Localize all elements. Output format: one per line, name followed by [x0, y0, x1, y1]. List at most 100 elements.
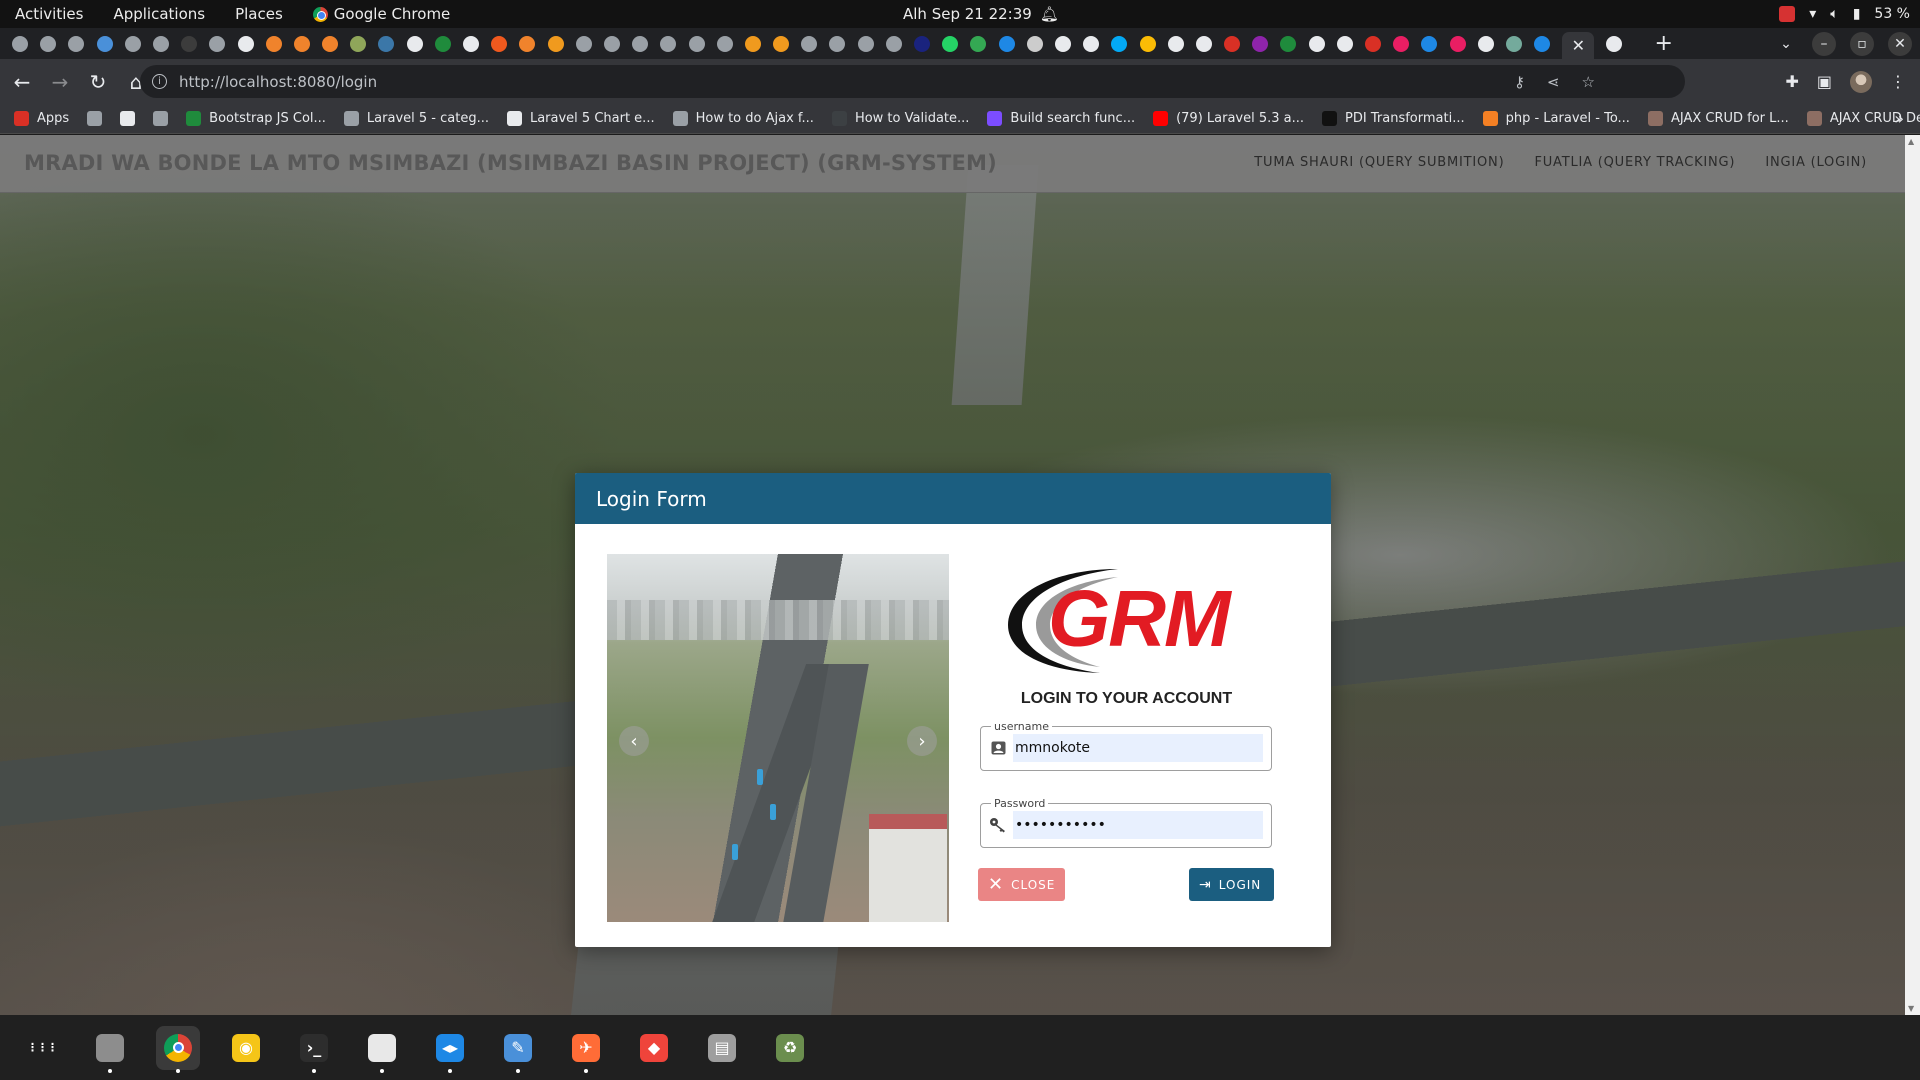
google-tab-icon[interactable]: [1606, 35, 1623, 52]
tab-favicon-icon[interactable]: [1083, 35, 1100, 52]
back-icon[interactable]: ←: [6, 70, 38, 94]
tab-favicon-icon[interactable]: [773, 35, 790, 52]
dock-postman[interactable]: ✈: [564, 1026, 608, 1073]
bookmark-item[interactable]: AJAX CRUD for L...: [1647, 111, 1789, 126]
username-input[interactable]: [1013, 734, 1263, 762]
tab-favicon-icon[interactable]: [96, 35, 113, 52]
tab-favicon-icon[interactable]: [12, 35, 28, 52]
tab-favicon-icon[interactable]: [914, 35, 930, 52]
clock[interactable]: Alh Sep 21 22:39 🔔︎: [903, 0, 1059, 28]
scroll-down-arrow-icon[interactable]: ▼: [1908, 1004, 1914, 1013]
tab-favicon-icon[interactable]: [1365, 35, 1381, 52]
tab-favicon-icon[interactable]: [801, 35, 818, 52]
dock-rhythmbox[interactable]: ◉: [224, 1026, 268, 1070]
bookmark-star-icon[interactable]: ☆: [1582, 73, 1595, 91]
bookmarks-overflow-icon[interactable]: »: [1894, 109, 1904, 128]
extensions-icon[interactable]: ✚: [1785, 72, 1798, 91]
tab-favicon-icon[interactable]: [1421, 35, 1438, 52]
tab-favicon-icon[interactable]: [40, 35, 57, 52]
applications-menu[interactable]: Applications: [98, 5, 220, 23]
dock-inkscape[interactable]: [360, 1026, 404, 1073]
tab-favicon-icon[interactable]: [1026, 35, 1043, 52]
active-tab[interactable]: ✕: [1562, 32, 1595, 59]
address-bar[interactable]: i http://localhost:8080/login ⚷ ⋖ ☆: [140, 65, 1685, 98]
tab-favicon-icon[interactable]: [970, 35, 987, 52]
bookmark-item[interactable]: [87, 111, 103, 126]
bookmark-item[interactable]: Apps: [14, 111, 69, 126]
nav-login[interactable]: INGIA (LOGIN): [1765, 155, 1867, 170]
tab-favicon-icon[interactable]: [1054, 35, 1071, 52]
tab-favicon-icon[interactable]: [547, 35, 564, 52]
dock-terminal[interactable]: ›_: [292, 1026, 336, 1073]
tab-favicon-icon[interactable]: [575, 35, 592, 52]
tab-favicon-icon[interactable]: [519, 35, 536, 52]
page-scrollbar[interactable]: ▲ ▼: [1905, 135, 1920, 1015]
minimize-button[interactable]: –: [1812, 31, 1836, 56]
tab-favicon-icon[interactable]: [491, 35, 508, 52]
tray-app-icon[interactable]: [1779, 6, 1796, 22]
bookmark-item[interactable]: PDI Transformati...: [1322, 111, 1465, 126]
dock-apps-grid[interactable]: ⋮⋮⋮: [20, 1026, 64, 1070]
tab-favicon-icon[interactable]: [744, 35, 761, 52]
activities-button[interactable]: Activities: [0, 5, 98, 23]
carousel-prev-button[interactable]: ‹: [619, 726, 649, 756]
tab-favicon-icon[interactable]: [322, 35, 339, 52]
tab-favicon-icon[interactable]: [1252, 35, 1269, 52]
bookmark-item[interactable]: [153, 111, 169, 126]
tab-favicon-icon[interactable]: [603, 35, 620, 52]
tab-favicon-icon[interactable]: [350, 35, 367, 52]
tab-favicon-icon[interactable]: [124, 35, 141, 52]
bookmark-item[interactable]: Bootstrap JS Col...: [186, 111, 326, 126]
tab-favicon-icon[interactable]: [660, 35, 677, 52]
app-menu[interactable]: Google Chrome: [298, 5, 466, 23]
tab-favicon-icon[interactable]: [181, 35, 198, 52]
close-tab-icon[interactable]: ✕: [1572, 36, 1585, 55]
tab-favicon-icon[interactable]: [152, 35, 169, 52]
tab-favicon-icon[interactable]: [998, 35, 1015, 52]
tab-favicon-icon[interactable]: [1308, 35, 1325, 52]
tab-favicon-icon[interactable]: [209, 35, 226, 52]
bookmark-item[interactable]: [120, 111, 136, 126]
tab-favicon-icon[interactable]: [1167, 35, 1184, 52]
maximize-button[interactable]: ▫: [1850, 31, 1874, 56]
tab-favicon-icon[interactable]: [1280, 35, 1297, 52]
tab-favicon-icon[interactable]: [942, 35, 959, 52]
site-info-icon[interactable]: i: [152, 74, 167, 89]
new-tab-button[interactable]: +: [1655, 31, 1673, 56]
dock-trash[interactable]: ♻: [768, 1026, 812, 1070]
bookmark-item[interactable]: Build search func...: [987, 111, 1135, 126]
tab-favicon-icon[interactable]: [857, 35, 874, 52]
tab-favicon-icon[interactable]: [1505, 35, 1522, 52]
close-button[interactable]: ✕ CLOSE: [978, 868, 1065, 901]
tab-favicon-icon[interactable]: [1336, 35, 1353, 52]
close-window-button[interactable]: ✕: [1888, 31, 1912, 56]
bookmark-item[interactable]: php - Laravel - To...: [1482, 111, 1630, 126]
nav-query-submission[interactable]: TUMA SHAURI (QUERY SUBMITION): [1254, 155, 1504, 170]
dock-file-manager[interactable]: ▤: [700, 1026, 744, 1070]
dock-files[interactable]: [88, 1026, 132, 1073]
tab-favicon-icon[interactable]: [716, 35, 733, 52]
system-tray[interactable]: ▾ 🔈︎ ▮ 53 %: [1779, 0, 1910, 28]
dock-text-editor[interactable]: ✎: [496, 1026, 540, 1073]
side-panel-icon[interactable]: ▣: [1817, 72, 1832, 91]
tab-favicon-icon[interactable]: [265, 35, 282, 52]
tab-favicon-icon[interactable]: [1111, 35, 1128, 52]
tab-favicon-icon[interactable]: [434, 35, 451, 52]
site-title[interactable]: MRADI WA BONDE LA MTO MSIMBAZI (MSIMBAZI…: [24, 151, 997, 175]
tab-favicon-icon[interactable]: [1139, 35, 1156, 52]
nav-query-tracking[interactable]: FUATLIA (QUERY TRACKING): [1534, 155, 1735, 170]
tab-favicon-icon[interactable]: [688, 35, 705, 52]
reload-icon[interactable]: ↻: [82, 70, 114, 94]
tab-favicon-icon[interactable]: [1534, 35, 1551, 52]
tab-favicon-icon[interactable]: [1477, 35, 1494, 52]
bookmark-item[interactable]: Laravel 5 - categ...: [343, 111, 489, 126]
tab-favicon-icon[interactable]: [1224, 35, 1241, 52]
tab-search-icon[interactable]: ⌄: [1774, 32, 1798, 56]
tab-favicon-icon[interactable]: [1195, 35, 1212, 52]
tab-favicon-icon[interactable]: [1393, 35, 1410, 52]
forward-icon[interactable]: →: [44, 70, 76, 94]
scroll-up-arrow-icon[interactable]: ▲: [1908, 137, 1914, 146]
bookmark-item[interactable]: How to do Ajax f...: [672, 111, 814, 126]
profile-avatar[interactable]: [1850, 70, 1872, 93]
tab-favicon-icon[interactable]: [237, 35, 254, 52]
